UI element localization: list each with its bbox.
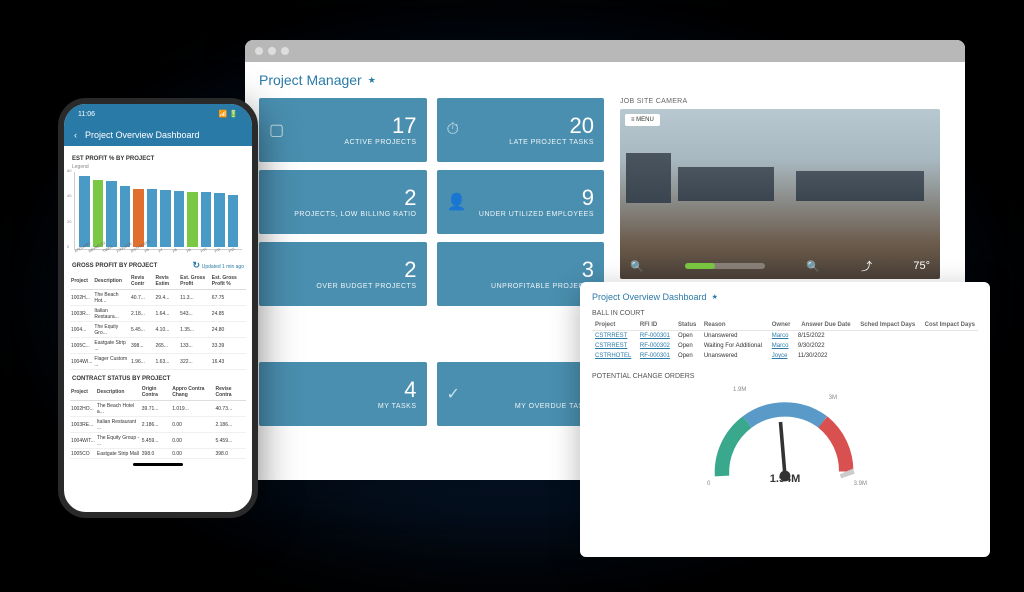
- kpi-card[interactable]: ▢ 17 ACTIVE PROJECTS: [259, 98, 427, 162]
- chart-bar: [106, 181, 117, 247]
- phone-nav-header: ‹ Project Overview Dashboard: [64, 124, 252, 146]
- card-icon: ✓: [447, 384, 460, 404]
- zoom-out-icon[interactable]: 🔍: [630, 260, 644, 273]
- pco-gauge: 1.94M 0 3.9M 1.9M 3M: [695, 385, 875, 495]
- card-label: PROJECTS, LOW BILLING RATIO: [273, 211, 417, 218]
- zoom-in-icon[interactable]: 🔍: [806, 260, 820, 273]
- share-icon[interactable]: ⤴: [861, 258, 872, 274]
- table-row[interactable]: 1005C...Eastgate Strip ...398...265...13…: [70, 338, 246, 354]
- chart-bar: [228, 195, 239, 247]
- card-value: 3: [464, 379, 594, 401]
- est-profit-header: EST PROFIT % BY PROJECT: [72, 156, 244, 162]
- card-value: 4: [273, 379, 417, 401]
- chart-bar: [79, 176, 90, 247]
- kpi-cards-grid: ▢ 17 ACTIVE PROJECTS⏱ 20 LATE PROJECT TA…: [259, 98, 604, 426]
- card-value: 17: [288, 115, 416, 137]
- table-row[interactable]: CSTRHOTELRF-000301OpenUnansweredJoyce11/…: [592, 351, 978, 361]
- chart-bar: [160, 190, 171, 247]
- table-row[interactable]: 1002HO...The Beach Hotel a...39.71...1.0…: [70, 401, 246, 417]
- table-row[interactable]: 1004WI...Flager Custom ...1.96...1.63...…: [70, 354, 246, 370]
- gross-profit-table: ProjectDescriptionRevis ContrRevis Estim…: [70, 273, 246, 370]
- star-icon[interactable]: ★: [712, 293, 718, 301]
- card-label: UNDER UTILIZED EMPLOYEES: [470, 211, 594, 218]
- camera-menu-button[interactable]: ≡ MENU: [625, 114, 660, 126]
- table-row[interactable]: 1004...The Equity Gro...5.45...4.10...1.…: [70, 322, 246, 338]
- traffic-light-min[interactable]: [268, 47, 276, 55]
- pco-header: POTENTIAL CHANGE ORDERS: [592, 373, 978, 380]
- job-site-camera[interactable]: ≡ MENU 🔍 🔍 ⤴ 75°: [620, 109, 940, 279]
- traffic-light-close[interactable]: [255, 47, 263, 55]
- kpi-card[interactable]: 3 UNPROFITABLE PROJECTS: [437, 242, 605, 306]
- table-row[interactable]: CSTRRESTRF-000301OpenUnansweredMarco8/15…: [592, 331, 978, 342]
- contract-status-header: CONTRACT STATUS BY PROJECT: [72, 376, 244, 382]
- card-icon: ⏱: [447, 121, 459, 139]
- camera-section-header: JOB SITE CAMERA: [620, 98, 940, 105]
- card-value: 20: [463, 115, 594, 137]
- signal-icon: 📶 🔋: [219, 110, 238, 118]
- kpi-card[interactable]: 2 OVER BUDGET PROJECTS: [259, 242, 427, 306]
- card-value: 3: [451, 259, 595, 281]
- phone-status-bar: 11:06 📶 🔋: [64, 104, 252, 124]
- overview-card-title: Project Overview Dashboard ★: [592, 292, 978, 302]
- card-label: LATE PROJECT TASKS: [463, 139, 594, 146]
- kpi-card[interactable]: ✓ 3 MY OVERDUE TASKS: [437, 362, 605, 426]
- card-value: 2: [273, 187, 417, 209]
- table-row[interactable]: 1004WIT...The Equity Group - ...5.459...…: [70, 433, 246, 449]
- home-indicator[interactable]: [133, 463, 183, 466]
- table-row[interactable]: 1003R...Italian Restaura...2.18...1.64..…: [70, 306, 246, 322]
- chart-bar: [201, 192, 212, 247]
- camera-temp: 75°: [913, 260, 930, 272]
- card-icon: 👤: [447, 192, 467, 212]
- chart-legend-label: Legend: [72, 164, 244, 170]
- kpi-card[interactable]: ⏱ 20 LATE PROJECT TASKS: [437, 98, 605, 162]
- page-title: Project Manager ★: [259, 72, 951, 88]
- card-label: MY OVERDUE TASKS: [464, 403, 594, 410]
- page-title-text: Project Manager: [259, 72, 362, 88]
- zoom-slider[interactable]: [685, 263, 765, 269]
- profit-bar-chart: 0 20 40 60: [74, 172, 242, 250]
- table-row[interactable]: CSTRRESTRF-000302OpenWaiting For Additio…: [592, 341, 978, 351]
- star-icon[interactable]: ★: [368, 75, 376, 86]
- ball-in-court-table: ProjectRFI IDStatusReasonOwnerAnswer Due…: [592, 320, 978, 361]
- kpi-card[interactable]: 👤 9 UNDER UTILIZED EMPLOYEES: [437, 170, 605, 234]
- camera-controls: 🔍 🔍 ⤴ 75°: [620, 258, 940, 274]
- back-icon[interactable]: ‹: [74, 130, 77, 140]
- table-row[interactable]: 1005COEastgate Strip Mall398.00.00398.0: [70, 449, 246, 459]
- chart-bar: [93, 180, 104, 247]
- gauge-value: 1.94M: [695, 473, 875, 485]
- chart-bar: [120, 186, 131, 247]
- phone-time: 11:06: [78, 111, 95, 118]
- table-row[interactable]: 1002H...The Beach Hot...40.7...29.4...11…: [70, 290, 246, 306]
- card-label: UNPROFITABLE PROJECTS: [451, 283, 595, 290]
- overview-card: Project Overview Dashboard ★ BALL IN COU…: [580, 282, 990, 557]
- card-icon: ▢: [269, 120, 284, 140]
- card-label: ACTIVE PROJECTS: [288, 139, 416, 146]
- kpi-card[interactable]: 4 MY TASKS: [259, 362, 427, 426]
- gross-profit-header: GROSS PROFIT BY PROJECT ↻ Updated 1 min …: [72, 260, 244, 271]
- traffic-light-max[interactable]: [281, 47, 289, 55]
- table-row[interactable]: 1003RE...Italian Restaurant ...2.186...0…: [70, 417, 246, 433]
- chart-bar: [133, 189, 144, 247]
- contract-status-table: ProjectDescriptionOrigin ContraAppro Con…: [70, 384, 246, 459]
- card-label: MY TASKS: [273, 403, 417, 410]
- phone-title: Project Overview Dashboard: [85, 130, 200, 140]
- phone-mockup: 11:06 📶 🔋 ‹ Project Overview Dashboard E…: [58, 98, 258, 518]
- browser-titlebar: [245, 40, 965, 62]
- refresh-icon[interactable]: ↻: [193, 260, 201, 270]
- card-value: 9: [470, 187, 594, 209]
- card-label: OVER BUDGET PROJECTS: [273, 283, 417, 290]
- chart-bar: [174, 191, 185, 247]
- chart-bar: [187, 192, 198, 247]
- kpi-card[interactable]: 2 PROJECTS, LOW BILLING RATIO: [259, 170, 427, 234]
- card-value: 2: [273, 259, 417, 281]
- ball-in-court-header: BALL IN COURT: [592, 310, 978, 317]
- chart-bar: [214, 193, 225, 247]
